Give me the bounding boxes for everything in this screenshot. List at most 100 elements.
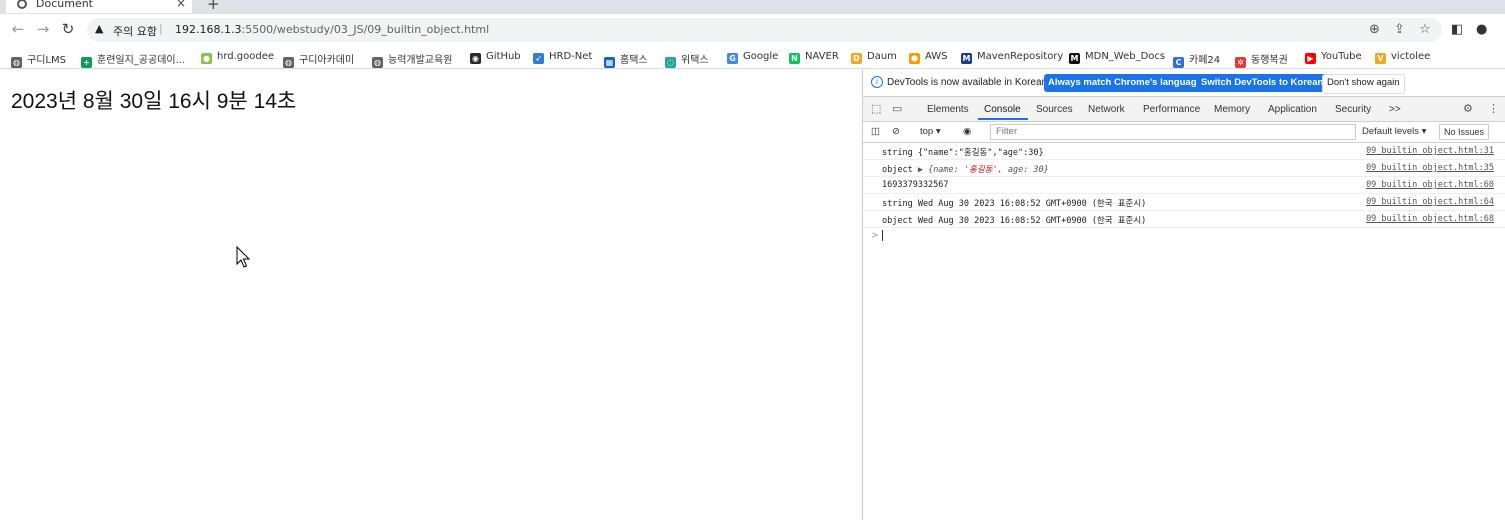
object-value-string: '홍길동' bbox=[963, 165, 998, 175]
plus-icon: + bbox=[81, 57, 92, 68]
new-tab-button[interactable]: + bbox=[207, 0, 220, 13]
bookmark-item[interactable]: ▶ YouTube bbox=[1305, 51, 1362, 64]
address-bar[interactable]: ▲ 주의 요함 | 192.168.1.3:5500/webstudy/03_J… bbox=[87, 18, 1442, 42]
reload-icon[interactable]: ↻ bbox=[59, 20, 77, 38]
eye-icon[interactable]: ◉ bbox=[963, 126, 971, 137]
sidebar-toggle-icon[interactable]: ◫ bbox=[871, 126, 880, 137]
log-source-link[interactable]: 09_builtin_object.html:60 bbox=[1366, 180, 1494, 190]
bookmark-item[interactable]: N NAVER bbox=[789, 51, 839, 64]
bookmark-label: 위택스 bbox=[681, 55, 709, 66]
console-log-row: string {"name":"홍길동","age":30} 09_builti… bbox=[863, 143, 1505, 160]
always-match-language-button[interactable]: Always match Chrome's language bbox=[1044, 74, 1206, 92]
bookmark-item[interactable]: ▦ 홈택스 bbox=[604, 51, 648, 68]
victolee-icon: V bbox=[1375, 53, 1386, 64]
bookmark-item[interactable]: ◍ 구디아카데미 bbox=[283, 51, 354, 68]
browser-tab[interactable]: Document × bbox=[6, 0, 192, 13]
inspect-icon[interactable]: ⬚ bbox=[871, 102, 881, 115]
window-minimize-button[interactable]: – bbox=[1471, 0, 1478, 7]
bookmark-item[interactable]: M MDN_Web_Docs bbox=[1069, 51, 1165, 64]
cafe24-icon: C bbox=[1173, 57, 1184, 68]
log-message: string Wed Aug 30 2023 16:08:52 GMT+0900… bbox=[882, 199, 1147, 209]
bookmark-label: hrd.goodee bbox=[217, 51, 275, 62]
share-icon[interactable]: ⇪ bbox=[1394, 22, 1405, 37]
settings-gear-icon[interactable]: ⚙ bbox=[1463, 102, 1473, 115]
dont-show-again-button[interactable]: Don't show again bbox=[1322, 74, 1405, 94]
bookmark-item[interactable]: M MavenRepository bbox=[961, 51, 1063, 64]
tab-application[interactable]: Application bbox=[1268, 104, 1317, 115]
profile-icon[interactable]: ● bbox=[1476, 22, 1487, 37]
tab-network[interactable]: Network bbox=[1088, 104, 1125, 115]
log-source-link[interactable]: 09_builtin_object.html:35 bbox=[1366, 163, 1494, 173]
log-source-link[interactable]: 09_builtin_object.html:68 bbox=[1366, 214, 1494, 224]
zoom-icon[interactable]: ⊕ bbox=[1369, 22, 1380, 37]
tab-performance[interactable]: Performance bbox=[1143, 104, 1200, 115]
tab-sources[interactable]: Sources bbox=[1036, 104, 1073, 115]
bookmark-label: AWS bbox=[925, 51, 948, 62]
separator: | bbox=[159, 22, 163, 35]
tab-security[interactable]: Security bbox=[1335, 104, 1371, 115]
sidepanel-icon[interactable]: ◧ bbox=[1451, 22, 1463, 37]
context-selector[interactable]: top ▾ bbox=[920, 126, 941, 137]
log-prefix: object bbox=[882, 165, 918, 175]
log-source-link[interactable]: 09_builtin_object.html:31 bbox=[1366, 146, 1494, 156]
bookmark-item[interactable]: ◍ 구디LMS bbox=[11, 51, 66, 68]
leaf-icon: ● bbox=[201, 53, 212, 64]
log-message: object Wed Aug 30 2023 16:08:52 GMT+0900… bbox=[882, 216, 1147, 226]
bookmark-label: MavenRepository bbox=[977, 51, 1064, 62]
log-source-link[interactable]: 09_builtin_object.html:64 bbox=[1366, 197, 1494, 207]
bookmark-label: 카페24 bbox=[1189, 55, 1221, 66]
forward-icon[interactable]: → bbox=[34, 20, 52, 38]
bookmark-label: 구디아카데미 bbox=[299, 55, 355, 66]
filter-placeholder: Filter bbox=[996, 126, 1018, 137]
console-filter-input[interactable]: Filter bbox=[990, 124, 1356, 140]
more-tabs-button[interactable]: >> bbox=[1389, 104, 1401, 115]
bookmark-item[interactable]: ◉ GitHub bbox=[470, 51, 521, 64]
bookmark-item[interactable]: ➶ HRD-Net bbox=[533, 51, 592, 64]
object-rest: , age: 30} bbox=[997, 165, 1049, 175]
globe-icon bbox=[17, 0, 27, 9]
bookmark-item[interactable]: Vvictolee bbox=[1375, 51, 1430, 64]
object-expand-toggle[interactable]: ▶ { bbox=[918, 165, 933, 175]
clear-console-icon[interactable]: ⊘ bbox=[892, 126, 900, 137]
url-text[interactable]: 192.168.1.3:5500/webstudy/03_JS/09_built… bbox=[175, 23, 489, 36]
bookmark-label: victolee bbox=[1391, 51, 1431, 62]
youtube-icon: ▶ bbox=[1305, 53, 1316, 64]
tab-close-button[interactable]: × bbox=[176, 0, 186, 10]
log-levels-dropdown[interactable]: Default levels ▾ bbox=[1362, 126, 1426, 137]
naver-icon: N bbox=[789, 53, 800, 64]
console-prompt[interactable]: > bbox=[863, 228, 1505, 244]
issues-button[interactable]: No Issues bbox=[1439, 124, 1490, 140]
bookmark-item[interactable]: C 카페24 bbox=[1173, 51, 1220, 68]
globe-icon: ◍ bbox=[11, 57, 22, 68]
bookmark-item[interactable]: G Google bbox=[727, 51, 778, 64]
bookmark-item[interactable]: + 훈련일지_공공데이... bbox=[81, 51, 185, 68]
security-label[interactable]: 주의 요함 bbox=[113, 23, 157, 39]
log-message[interactable]: object ▶ {name: '홍길동', age: 30} bbox=[882, 163, 1049, 175]
bookmark-item[interactable]: ✲ 동행복권 bbox=[1235, 51, 1288, 68]
bookmark-label: GitHub bbox=[486, 51, 521, 62]
switch-to-korean-button[interactable]: Switch DevTools to Korean bbox=[1197, 74, 1328, 92]
tab-elements[interactable]: Elements bbox=[927, 104, 969, 115]
bookmark-item[interactable]: ◍ 능력개발교육원 bbox=[372, 51, 452, 68]
bookmark-label: Daum bbox=[867, 51, 897, 62]
warning-icon[interactable]: ▲ bbox=[95, 22, 103, 35]
url-host: 192.168.1.3 bbox=[175, 23, 242, 36]
bookmark-item[interactable]: ⬢ AWS bbox=[909, 51, 948, 64]
context-label: top bbox=[920, 126, 934, 137]
more-menu-icon[interactable]: ⋮ bbox=[1488, 102, 1499, 115]
bookmark-item[interactable]: D Daum bbox=[851, 51, 897, 64]
back-icon[interactable]: ← bbox=[9, 20, 27, 38]
log-message: 1693379332567 bbox=[882, 180, 949, 190]
star-icon[interactable]: ☆ bbox=[1419, 22, 1431, 37]
tab-console[interactable]: Console bbox=[984, 104, 1021, 115]
bookmark-item[interactable]: ● hrd.goodee bbox=[201, 51, 274, 64]
tab-memory[interactable]: Memory bbox=[1214, 104, 1250, 115]
url-path: :5500/webstudy/03_JS/09_builtin_object.h… bbox=[241, 23, 490, 36]
bookmark-item[interactable]: ◌ 위택스 bbox=[665, 51, 709, 68]
google-icon: G bbox=[727, 53, 738, 64]
lotto-icon: ✲ bbox=[1235, 57, 1246, 68]
bookmark-label: 능력개발교육원 bbox=[388, 55, 453, 66]
maven-icon: M bbox=[961, 53, 972, 64]
bookmark-label: 홈택스 bbox=[620, 55, 648, 66]
device-toolbar-icon[interactable]: ▭ bbox=[892, 102, 902, 115]
